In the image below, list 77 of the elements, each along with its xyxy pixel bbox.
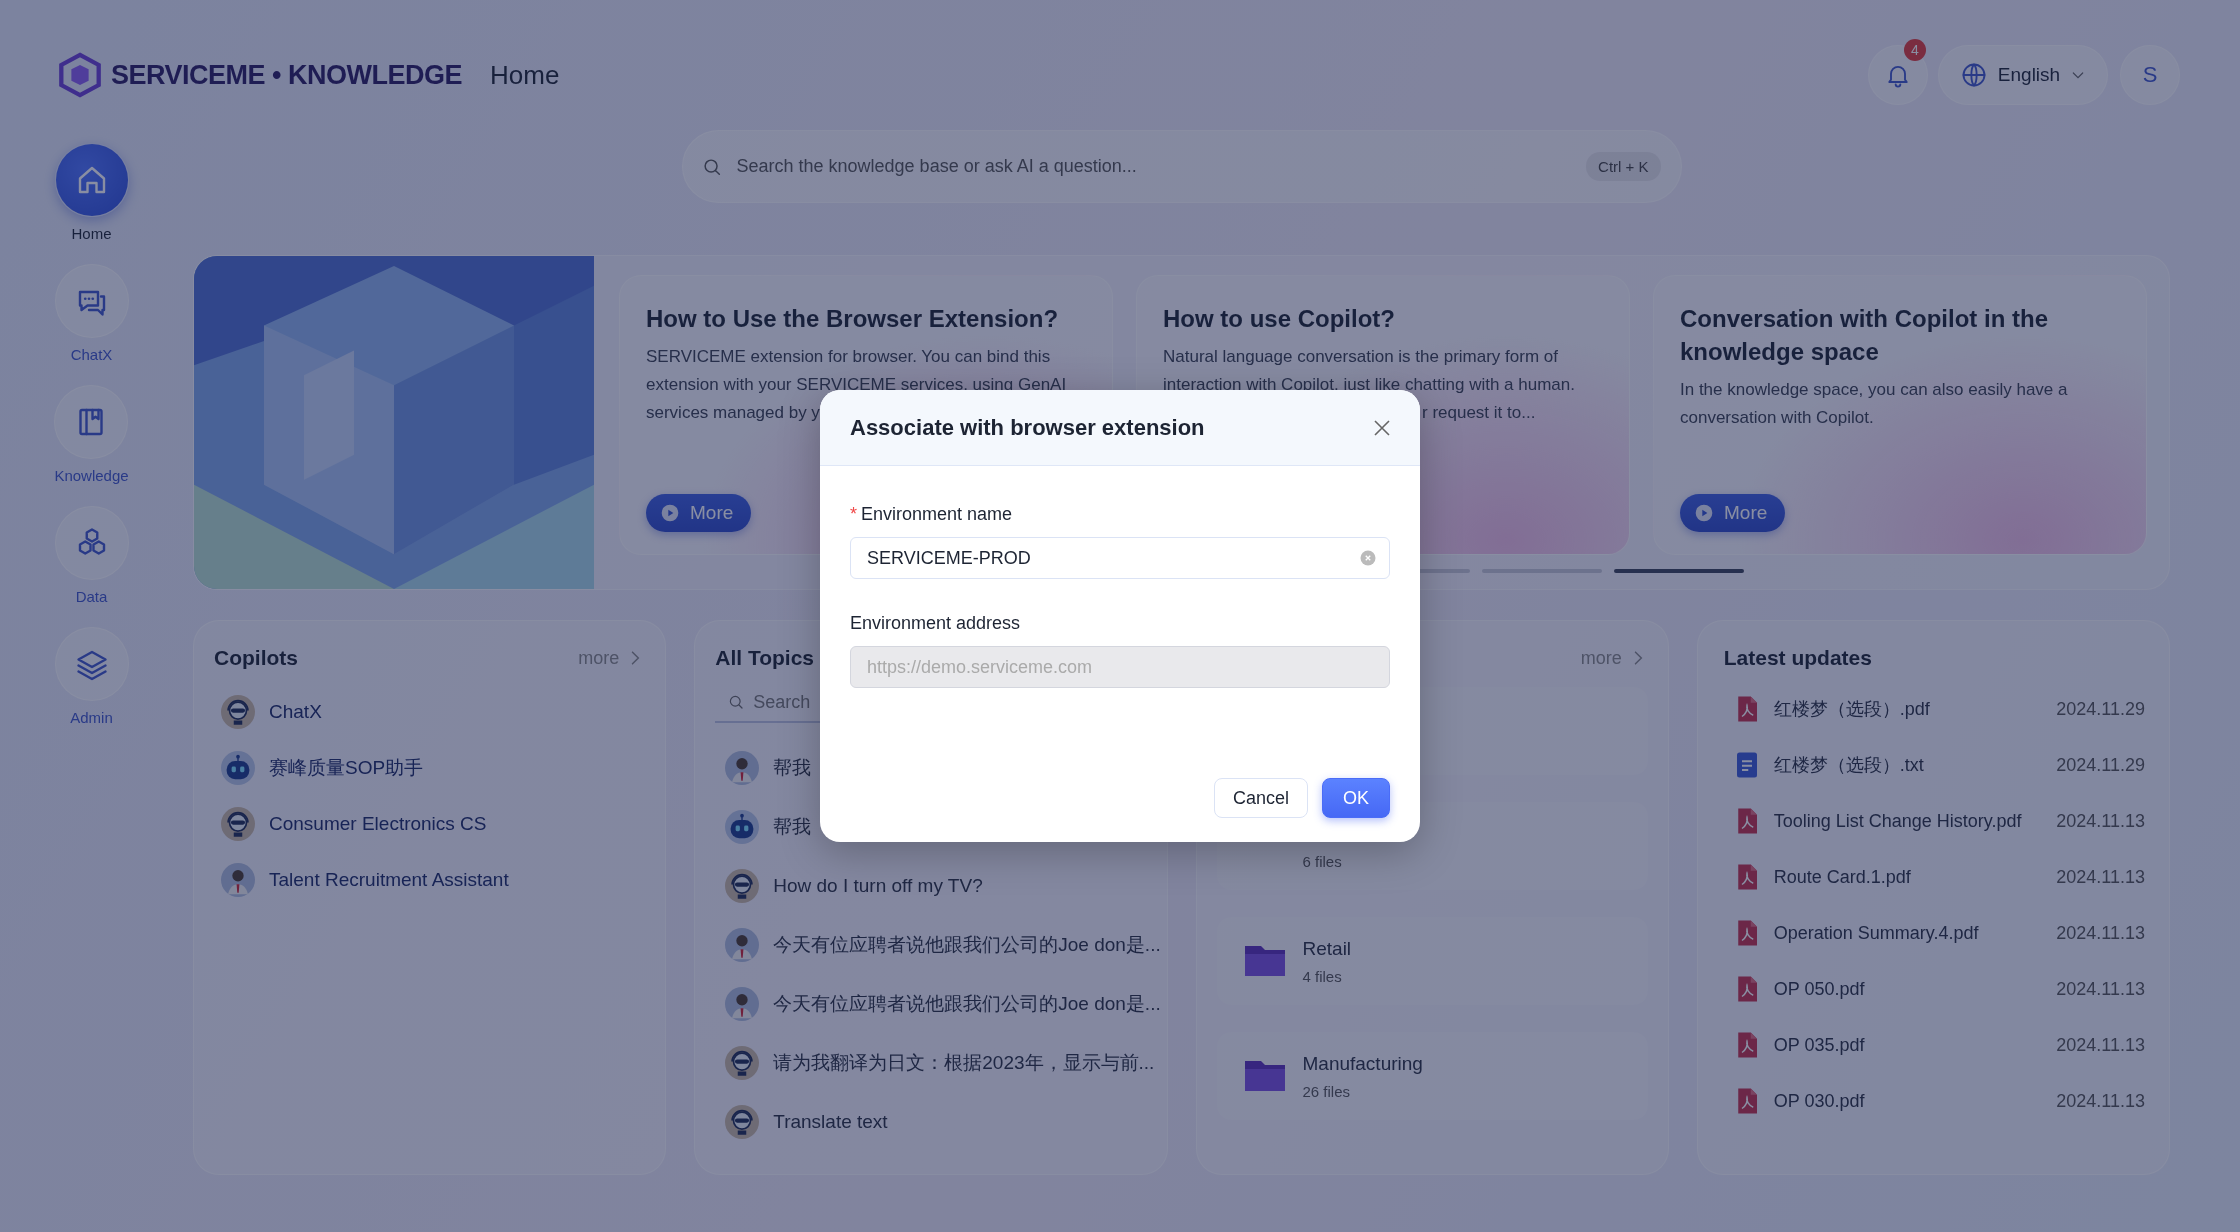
more-link[interactable]: more	[578, 647, 646, 669]
file-link[interactable]: OP 050.pdf	[1773, 978, 1865, 1000]
copilot-item[interactable]: Talent Recruitment Assistant	[269, 869, 509, 891]
file-link[interactable]: Operation Summary.4.pdf	[1773, 922, 1979, 944]
card-description: In the knowledge space, you can also easily have a conversation with Copilot.	[1680, 379, 2069, 429]
file-date: 2024.11.29	[2056, 754, 2145, 776]
topic-item[interactable]: Translate text	[773, 1111, 888, 1133]
copilot-item[interactable]: Consumer Electronics CS	[269, 813, 487, 835]
dialog-title: Associate with browser extension	[850, 414, 1205, 441]
text-input[interactable]: SERVICEME-PROD	[865, 546, 1359, 570]
nav-label: Knowledge	[54, 467, 129, 484]
person-avatar-icon	[725, 751, 760, 785]
file-date: 2024.11.13	[2056, 1090, 2145, 1112]
more-button[interactable]: More	[1680, 494, 1786, 532]
file-link[interactable]: Tooling List Change History.pdf	[1773, 810, 2022, 832]
field-label: Environment address	[850, 613, 1021, 633]
robot-avatar-icon	[725, 810, 760, 844]
robot-avatar-icon	[221, 751, 255, 785]
card-title: How to Use the Browser Extension?	[646, 304, 1060, 334]
file-date: 2024.11.13	[2056, 922, 2145, 944]
panel-title: Copilots	[214, 646, 298, 670]
category-name: Manufacturing	[1302, 1052, 1423, 1075]
person-avatar-icon	[221, 863, 255, 897]
file-date: 2024.11.13	[2056, 978, 2145, 1000]
file-count: 26 files	[1302, 1082, 1352, 1100]
clear-icon[interactable]	[1359, 549, 1377, 567]
topic-item[interactable]: 帮我	[773, 814, 812, 840]
topic-item[interactable]: How do I turn off my TV?	[773, 875, 983, 897]
person-avatar-icon	[725, 987, 760, 1021]
topic-item[interactable]: 请为我翻译为日文：根据2023年，显示与前...	[773, 1050, 1155, 1076]
folder-icon	[1244, 946, 1285, 976]
file-link[interactable]: Route Card.1.pdf	[1773, 866, 1911, 888]
play-icon	[1694, 503, 1714, 523]
logo-text: SERVICEME • KNOWLEDGE	[111, 59, 462, 91]
nav-label: Data	[75, 588, 108, 605]
bot-avatar-icon	[221, 695, 255, 729]
page-title: Home	[490, 59, 560, 91]
file-date: 2024.11.29	[2056, 698, 2145, 720]
topic-item[interactable]: 今天有位应聘者说他跟我们公司的Joe don是...	[773, 932, 1161, 958]
file-link[interactable]: OP 030.pdf	[1773, 1090, 1865, 1112]
file-count: 6 files	[1302, 852, 1342, 870]
notification-badge: 4	[1904, 39, 1926, 61]
file-date: 2024.11.13	[2056, 1034, 2145, 1056]
bot-avatar-icon	[221, 807, 255, 841]
topic-item[interactable]: 今天有位应聘者说他跟我们公司的Joe don是...	[773, 991, 1161, 1017]
copilot-item[interactable]: ChatX	[269, 701, 322, 723]
nav-label: Admin	[70, 709, 113, 726]
logo-icon	[57, 52, 103, 98]
cancel-button[interactable]: Cancel	[1213, 778, 1308, 818]
nav-label: ChatX	[70, 346, 113, 363]
file-date: 2024.11.13	[2056, 866, 2145, 888]
required-mark: *	[850, 504, 857, 524]
nav-label: Home	[71, 225, 112, 242]
file-link[interactable]: 红楼梦（选段）.pdf	[1773, 697, 1930, 722]
field-label: Environment name	[861, 504, 1013, 524]
file-link[interactable]: OP 035.pdf	[1773, 1034, 1865, 1056]
panel-title: All Topics	[715, 646, 815, 670]
person-avatar-icon	[725, 928, 760, 962]
bot-avatar-icon	[725, 1046, 760, 1080]
bot-avatar-icon	[725, 1105, 760, 1139]
folder-icon	[1244, 1061, 1285, 1091]
card-title: Conversation with Copilot in the knowledge space	[1680, 304, 2049, 367]
card-title: How to use Copilot?	[1163, 304, 1396, 334]
bot-avatar-icon	[725, 869, 760, 903]
play-icon	[660, 503, 680, 523]
file-count: 4 files	[1302, 967, 1343, 985]
category-name: Retail	[1302, 937, 1352, 960]
panel-title: Latest updates	[1723, 645, 1872, 670]
ok-button[interactable]: OK	[1322, 778, 1390, 818]
topic-item[interactable]: 帮我	[773, 755, 812, 781]
input-field[interactable]: SERVICEME-PROD	[850, 537, 1390, 579]
file-date: 2024.11.13	[2056, 810, 2145, 832]
more-link[interactable]: more	[1580, 647, 1648, 669]
copilot-item[interactable]: 赛峰质量SOP助手	[269, 755, 424, 781]
search-field[interactable]: Search the knowledge base or ask AI a question...	[734, 155, 1575, 178]
file-link[interactable]: 红楼梦（选段）.txt	[1773, 753, 1924, 778]
more-button[interactable]: More	[646, 494, 752, 532]
